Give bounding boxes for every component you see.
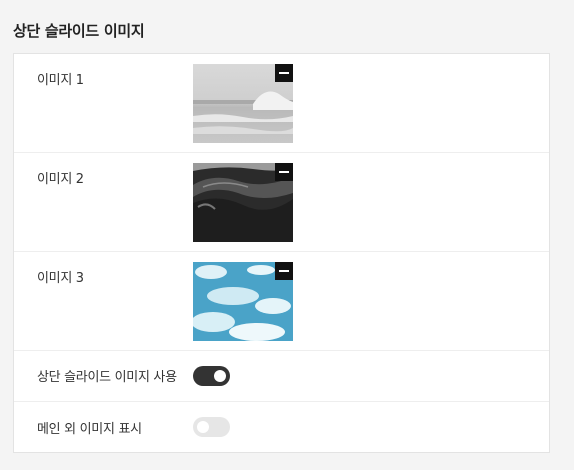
image-3-label: 이미지 3 (37, 271, 84, 286)
remove-image-3-button[interactable] (275, 262, 293, 280)
image-2-label: 이미지 2 (37, 172, 84, 187)
show-outside-main-toggle[interactable] (193, 417, 230, 437)
slide-enabled-label: 상단 슬라이드 이미지 사용 (37, 370, 177, 385)
toggle-knob (214, 370, 226, 382)
image-1-thumbnail[interactable] (193, 64, 293, 143)
slide-enabled-toggle[interactable] (193, 366, 230, 386)
section-title: 상단 슬라이드 이미지 (13, 22, 145, 40)
image-row-2: 이미지 2 (14, 153, 549, 252)
slide-enabled-row: 상단 슬라이드 이미지 사용 (14, 351, 549, 402)
image-row-1: 이미지 1 (14, 54, 549, 153)
image-1-label: 이미지 1 (37, 73, 84, 88)
image-3-thumbnail[interactable] (193, 262, 293, 341)
remove-image-1-button[interactable] (275, 64, 293, 82)
settings-card: 이미지 1 이미지 2 이미지 3 상단 슬라이드 이미지 사용 메인 외 이미… (13, 53, 550, 453)
image-2-thumbnail[interactable] (193, 163, 293, 242)
image-row-3: 이미지 3 (14, 252, 549, 351)
remove-image-2-button[interactable] (275, 163, 293, 181)
toggle-knob (197, 421, 209, 433)
show-outside-main-label: 메인 외 이미지 표시 (37, 422, 142, 437)
show-outside-main-row: 메인 외 이미지 표시 (14, 402, 549, 453)
